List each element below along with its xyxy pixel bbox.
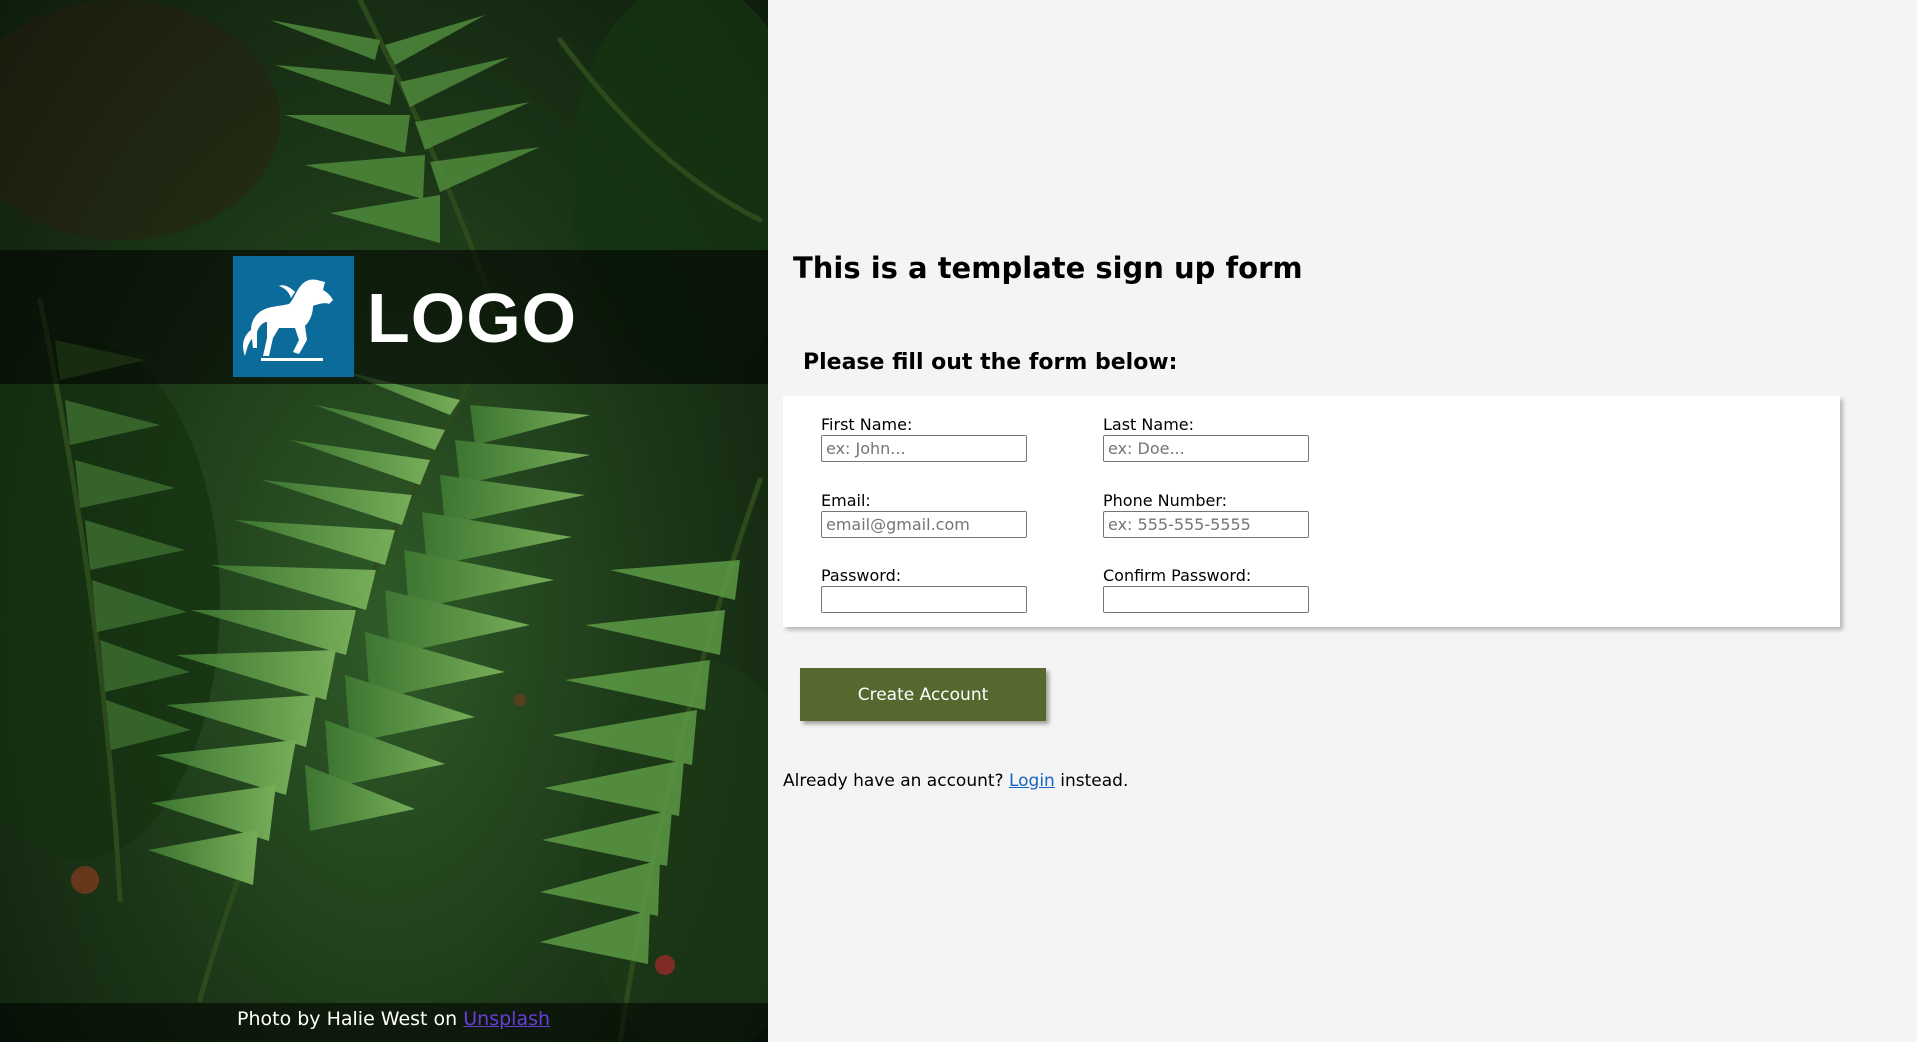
login-prompt: Already have an account? Login instead. (783, 769, 1128, 793)
password-field: Password: (821, 566, 1027, 613)
email-input[interactable] (821, 511, 1027, 538)
password-label: Password: (821, 566, 902, 585)
create-account-button[interactable]: Create Account (800, 668, 1046, 721)
photo-credit: Photo by Halie West on Unsplash (237, 1007, 550, 1031)
last-name-field: Last Name: (1103, 415, 1309, 462)
confirm-password-field: Confirm Password: (1103, 566, 1309, 613)
login-suffix-text: instead. (1060, 771, 1129, 791)
login-prompt-text: Already have an account? (783, 771, 1004, 791)
logo-mark (233, 256, 354, 377)
first-name-label: First Name: (821, 415, 913, 434)
unsplash-link[interactable]: Unsplash (463, 1008, 550, 1030)
fern-background-image (0, 0, 768, 1042)
password-input[interactable] (821, 586, 1027, 613)
login-link[interactable]: Login (1009, 771, 1055, 791)
first-name-field: First Name: (821, 415, 1027, 462)
logo-text: LOGO (367, 279, 578, 357)
last-name-label: Last Name: (1103, 415, 1195, 434)
photo-credit-prefix: Photo by Halie West on (237, 1008, 458, 1030)
page-title: This is a template sign up form (793, 251, 1303, 285)
last-name-input[interactable] (1103, 435, 1309, 462)
confirm-password-label: Confirm Password: (1103, 566, 1252, 585)
email-label: Email: (821, 491, 871, 510)
phone-input[interactable] (1103, 511, 1309, 538)
first-name-input[interactable] (821, 435, 1027, 462)
confirm-password-input[interactable] (1103, 586, 1309, 613)
horse-icon (243, 279, 333, 361)
email-field: Email: (821, 491, 1027, 538)
hero-photo (0, 0, 768, 1042)
form-subtitle: Please fill out the form below: (803, 350, 1178, 375)
phone-field: Phone Number: (1103, 491, 1309, 538)
signup-form-card: First Name: Last Name: Email: Phone Numb… (783, 396, 1840, 627)
phone-label: Phone Number: (1103, 491, 1228, 510)
